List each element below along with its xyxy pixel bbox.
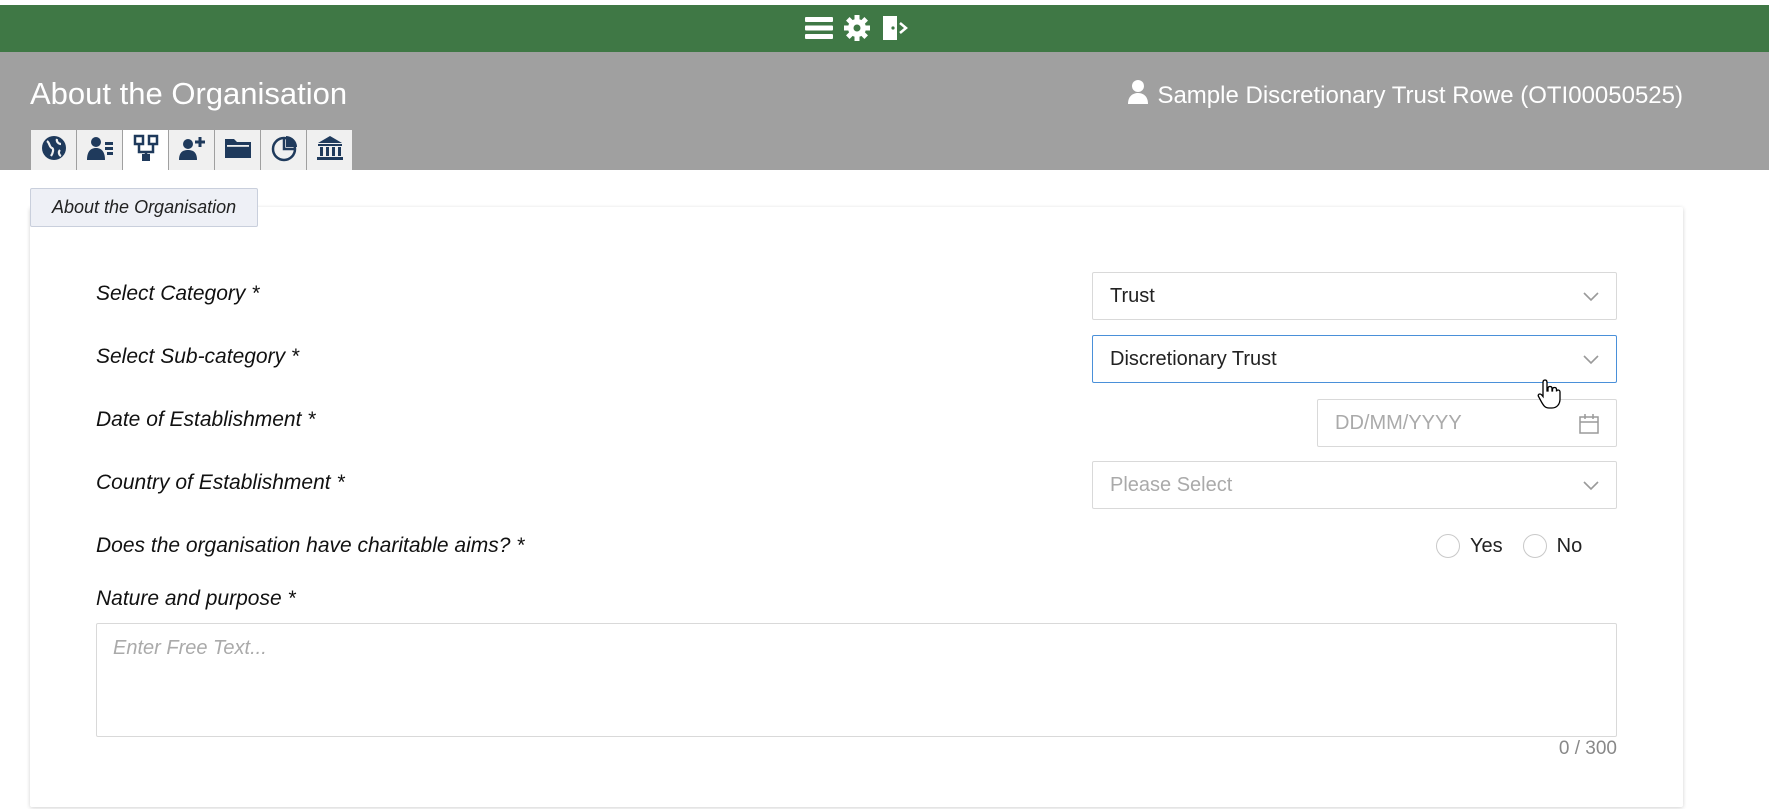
radio-no[interactable]: No [1522,534,1583,558]
nature-label: Nature and purpose * [96,587,296,610]
tab-folder[interactable] [215,130,260,170]
country-select[interactable]: Please Select [1092,461,1617,509]
top-toolbar [0,5,1769,52]
org-structure-icon [133,134,159,167]
radio-no-circle[interactable] [1522,534,1547,558]
radio-no-label: No [1556,534,1583,557]
chevron-down-icon [1582,287,1600,311]
charitable-radio-group: Yes No [1436,534,1602,558]
subcategory-select[interactable]: Discretionary Trust [1092,335,1617,383]
user-icon [1127,79,1149,112]
tab-globe[interactable] [31,130,76,170]
tab-bar [31,130,352,170]
date-label: Date of Establishment * [96,408,316,431]
tab-add-person[interactable] [169,130,214,170]
character-counter: 0 / 300 [1558,738,1617,759]
section-label: About the Organisation [30,188,259,227]
radio-yes-circle[interactable] [1436,534,1460,558]
radio-yes[interactable]: Yes [1436,534,1503,558]
logout-icon[interactable] [880,13,910,43]
tab-bank[interactable] [307,130,352,170]
hand-cursor-icon [1537,378,1561,415]
gear-icon[interactable] [842,13,872,43]
tab-person-card[interactable] [77,130,122,170]
subcategory-value: Discretionary Trust [1110,347,1277,370]
client-info: Sample Discretionary Trust Rowe (OTI0005… [1127,79,1683,112]
date-placeholder: DD/MM/YYYY [1335,411,1462,434]
menu-icon[interactable] [804,13,834,43]
person-card-icon [86,135,114,166]
page-header: About the Organisation Sample Discretion… [0,52,1769,170]
bank-icon [316,134,344,167]
globe-icon [41,135,67,166]
pie-chart-icon [270,134,298,167]
country-placeholder: Please Select [1110,473,1233,496]
charitable-label: Does the organisation have charitable ai… [96,534,525,557]
folder-icon [224,136,252,165]
country-label: Country of Establishment * [96,471,345,494]
toolbar-icons [804,12,910,44]
add-person-icon [178,135,206,166]
nature-placeholder: Enter Free Text... [113,637,267,659]
chevron-down-icon [1582,350,1600,374]
tab-pie-chart[interactable] [261,130,306,170]
date-field[interactable]: DD/MM/YYYY [1317,399,1617,447]
client-name: Sample Discretionary Trust Rowe (OTI0005… [1157,81,1683,109]
subcategory-label: Select Sub-category * [96,345,300,368]
chevron-down-icon [1582,476,1600,500]
page-title: About the Organisation [30,76,348,111]
category-label: Select Category * [96,282,260,305]
calendar-icon [1578,413,1600,441]
category-select[interactable]: Trust [1092,272,1617,320]
nature-textarea[interactable]: Enter Free Text... [96,623,1617,737]
category-value: Trust [1110,284,1155,307]
tab-org-structure[interactable] [123,130,168,170]
radio-yes-label: Yes [1470,534,1503,557]
